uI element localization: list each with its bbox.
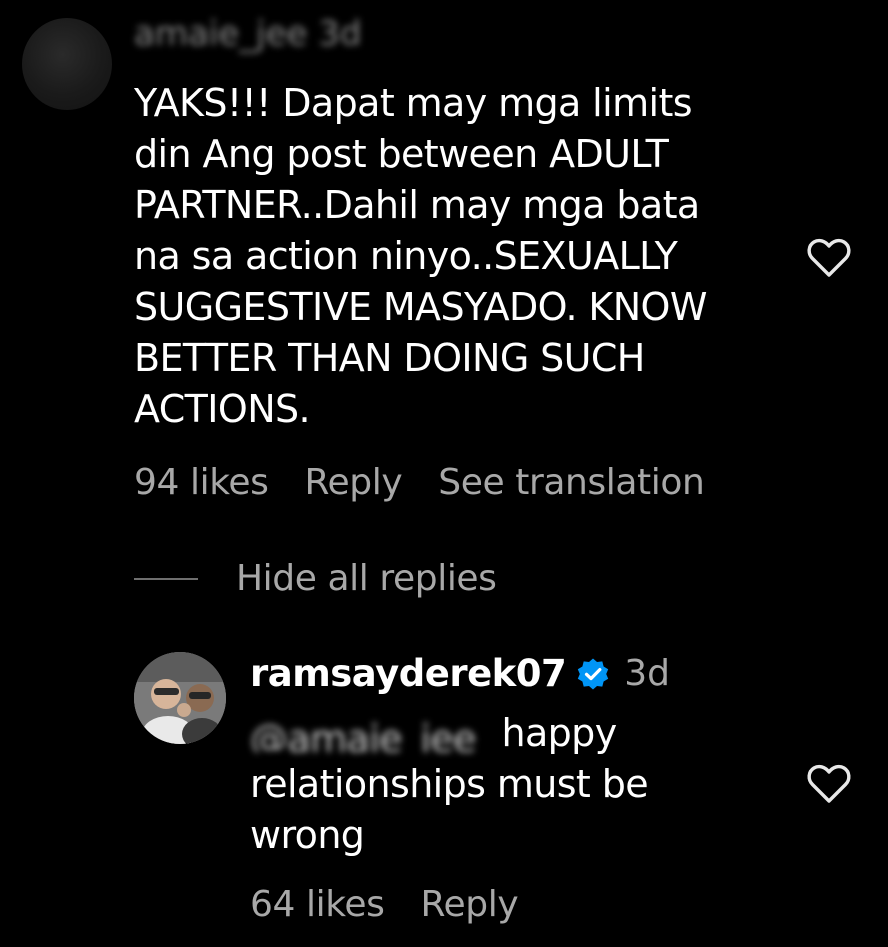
hide-replies-button[interactable]: Hide all replies [236,558,497,599]
comment-actions: 94 likes Reply See translation [134,462,705,503]
heart-icon[interactable] [806,236,852,278]
avatar-photo-icon [134,652,226,744]
comment-likes[interactable]: 94 likes [134,462,269,503]
reply-reply-button[interactable]: Reply [421,884,519,925]
comment-text: YAKS!!! Dapat may mga limits din Ang pos… [134,81,707,431]
verified-badge-icon [578,658,609,689]
reply-likes[interactable]: 64 likes [250,884,385,925]
reply-mention[interactable]: @amaie_jee [250,714,490,752]
reply-header: ramsayderek07 3d [250,652,670,695]
reply-text-line1: happy [501,711,617,755]
reply-text: @amaie_jee happy relationships must be w… [250,708,790,861]
reply-actions: 64 likes Reply [250,884,519,925]
reply-timestamp: 3d [624,653,671,694]
reply-text-rest: relationships must be wrong [250,762,649,857]
divider-line [134,577,198,580]
see-translation-button[interactable]: See translation [438,462,705,503]
comment-reply-button[interactable]: Reply [305,462,403,503]
reply-avatar[interactable] [134,652,226,744]
heart-icon[interactable] [806,762,852,804]
commenter-username[interactable]: amaie_jee 3d [134,14,404,54]
commenter-avatar[interactable] [22,18,112,110]
reply-username[interactable]: ramsayderek07 [250,652,567,695]
hide-replies-row: Hide all replies [134,558,497,599]
